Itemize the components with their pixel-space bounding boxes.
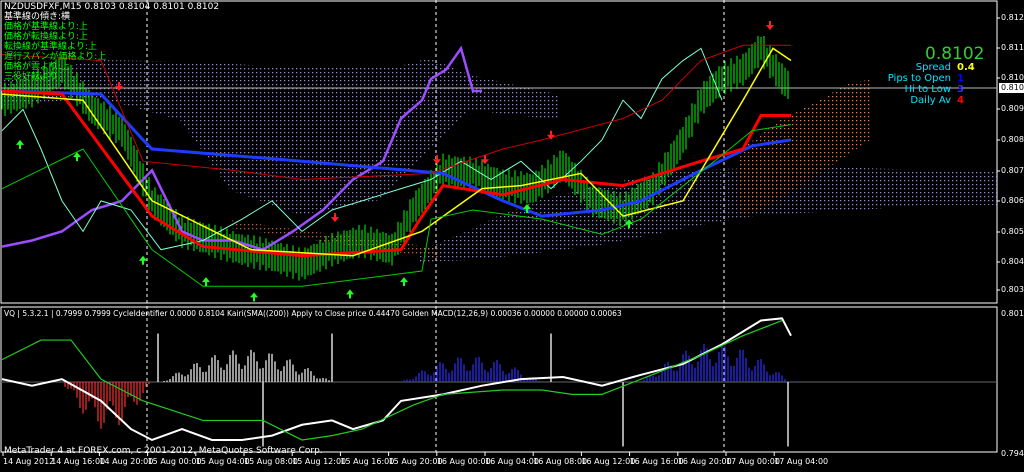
ichimoku-cloud: [2, 58, 997, 262]
chart-canvas[interactable]: [0, 0, 1024, 472]
current-price-tag: 0.8102: [999, 83, 1024, 93]
status-line: 基準線の傾き:横: [4, 12, 71, 22]
time-label: 15 Aug 00:00: [147, 457, 202, 466]
sell-arrow-icon: [433, 155, 441, 165]
indicator-title: VQ | 5.3.2.1 | 0.7999 0.7999 CycleIdenti…: [4, 309, 622, 318]
sell-arrow-icon: [331, 213, 339, 223]
time-label: 14 Aug 16:00: [51, 457, 106, 466]
time-label: 16 Aug 00:00: [436, 457, 491, 466]
time-label: 15 Aug 20:00: [388, 457, 443, 466]
time-label: 15 Aug 16:00: [340, 457, 395, 466]
status-line: 転換線が基準線より:上: [4, 42, 97, 52]
info-value: 0.4: [957, 62, 975, 73]
buy-arrow-icon: [202, 277, 210, 287]
current-price-display: 0.8102: [925, 44, 985, 64]
info-row-daily-av: Daily Av 4: [880, 95, 975, 106]
price-label: 0.8035: [1001, 285, 1024, 294]
price-label: 0.8055: [1001, 227, 1024, 236]
copyright-text: MetaTrader 4 at FOREX.com, c 2001-2012, …: [4, 446, 323, 456]
time-label: 16 Aug 08:00: [533, 457, 588, 466]
status-line: 価格が基準線より:上: [4, 22, 88, 32]
buy-arrow-icon: [250, 292, 258, 302]
subwindow-frame: [0, 306, 998, 453]
ichimoku-status-list: 基準線の傾き:横 価格が基準線より:上 価格が転換線より:上 転換線が基準線より…: [4, 12, 106, 82]
price-label: 0.8095: [1001, 104, 1024, 113]
time-label: 15 Aug 12:00: [292, 457, 347, 466]
time-label: 16 Aug 12:00: [581, 457, 636, 466]
price-label: 0.8085: [1001, 135, 1024, 144]
info-row-hi-to-low: Hi to Low 3: [880, 84, 975, 95]
time-label: 17 Aug 00:00: [726, 457, 780, 466]
time-label: 17 Aug 04:00: [774, 457, 829, 466]
buy-arrow-icon: [400, 277, 408, 287]
time-label: 15 Aug 04:00: [195, 457, 250, 466]
time-label: 14 Aug 20:00: [99, 457, 154, 466]
info-value: 4: [957, 95, 964, 106]
info-panel: Spread 0.4 Pips to Open 1 Hi to Low 3 Daily…: [880, 62, 975, 106]
time-label: 16 Aug 04:00: [485, 457, 539, 466]
info-label: Daily Av: [910, 95, 951, 106]
status-line: 価格が雲より:上: [4, 62, 70, 72]
info-label: Spread: [915, 62, 951, 73]
time-label: 16 Aug 20:00: [677, 457, 732, 466]
info-value: 1: [957, 73, 964, 84]
histogram: [64, 343, 789, 429]
time-label: 14 Aug 2012: [3, 457, 55, 466]
time-label: 15 Aug 08:00: [244, 457, 298, 466]
vq-white-line: [1, 317, 792, 442]
status-line: 三役好転より...: [4, 72, 67, 82]
price-label: 0.8125: [1001, 13, 1024, 22]
price-label: 0.8115: [1001, 43, 1024, 52]
status-line: 価格が転換線より:上: [4, 32, 88, 42]
buy-arrow-icon: [346, 289, 354, 299]
info-label: Hi to Low: [904, 84, 951, 95]
price-label: 0.8045: [1001, 257, 1024, 266]
info-row-spread: Spread 0.4: [880, 62, 975, 73]
buy-arrow-icon: [139, 255, 147, 265]
symbol-header: NZDUSDFXF,M15 0.8103 0.8104 0.8101 0.810…: [4, 2, 220, 12]
price-label: 0.8075: [1001, 166, 1024, 175]
info-row-pips-to-open: Pips to Open 1: [880, 73, 975, 84]
info-label: Pips to Open: [887, 73, 951, 84]
sub-bottom-label: 0.7949: [1001, 449, 1024, 458]
status-line: 遅行スパンが価格より:上: [4, 52, 107, 62]
time-label: 16 Aug 16:00: [629, 457, 684, 466]
price-label: 0.8105: [1001, 73, 1024, 82]
sell-arrow-icon: [766, 21, 774, 30]
price-label: 0.8065: [1001, 196, 1024, 205]
sub-top-label: 0.8013: [1001, 309, 1024, 318]
buy-arrow-icon: [16, 139, 24, 149]
info-value: 3: [957, 84, 964, 95]
